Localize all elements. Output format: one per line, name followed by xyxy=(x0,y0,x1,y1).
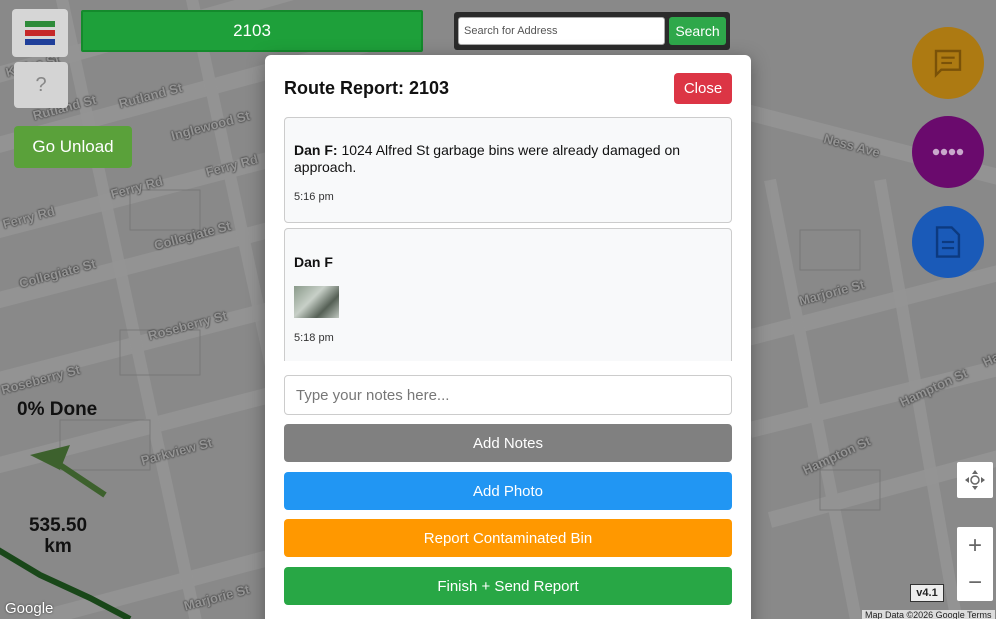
progress-label: 0% Done xyxy=(17,399,98,420)
help-button[interactable]: ? xyxy=(14,62,68,108)
add-photo-button[interactable]: Add Photo xyxy=(284,472,732,510)
close-button[interactable]: Close xyxy=(674,73,732,104)
message-body: 1024 Alfred St garbage bins were already… xyxy=(294,142,681,175)
report-messages-list[interactable]: Dan F: 1024 Alfred St garbage bins were … xyxy=(284,117,732,361)
list-item: Dan F 5:18 pm xyxy=(284,228,732,361)
search-button[interactable]: Search xyxy=(669,17,726,45)
distance-readout: 535.50 km xyxy=(22,515,94,557)
message-author: Dan F xyxy=(294,254,333,270)
more-dots-icon xyxy=(932,148,964,156)
zoom-out-button[interactable]: − xyxy=(957,564,993,601)
report-document-button[interactable] xyxy=(912,206,984,278)
modal-title: Route Report: 2103 xyxy=(284,78,450,98)
chat-button[interactable] xyxy=(912,27,984,99)
distance-value: 535.50 xyxy=(28,515,88,536)
version-badge: v4.1 xyxy=(910,584,944,602)
finish-send-report-button[interactable]: Finish + Send Report xyxy=(284,567,732,605)
route-number-display: 2103 xyxy=(81,10,423,52)
search-input[interactable] xyxy=(458,17,665,45)
google-logo: Google xyxy=(5,600,54,617)
message-time: 5:18 pm xyxy=(294,332,334,344)
report-contaminated-bin-button[interactable]: Report Contaminated Bin xyxy=(284,519,732,557)
zoom-control: + − xyxy=(957,527,993,601)
document-icon xyxy=(935,226,961,258)
move-arrows-icon xyxy=(965,470,985,490)
list-item: Dan F: 1024 Alfred St garbage bins were … xyxy=(284,117,732,223)
message-text: Dan F xyxy=(294,254,722,271)
message-text: Dan F: 1024 Alfred St garbage bins were … xyxy=(294,142,722,176)
message-time: 5:16 pm xyxy=(294,191,334,203)
chat-icon xyxy=(934,49,962,78)
go-unload-button[interactable]: Go Unload xyxy=(14,126,132,168)
photo-thumbnail[interactable] xyxy=(294,286,339,318)
menu-bar-blue xyxy=(25,39,55,45)
add-notes-button[interactable]: Add Notes xyxy=(284,424,732,462)
message-author: Dan F: xyxy=(294,142,338,158)
menu-bar-green xyxy=(25,21,55,27)
address-search-bar: Search xyxy=(454,12,730,50)
recenter-button[interactable] xyxy=(957,462,993,498)
menu-button[interactable] xyxy=(12,9,68,57)
zoom-in-button[interactable]: + xyxy=(957,527,993,564)
route-report-modal: Route Report: 2103 Close Dan F: 1024 Alf… xyxy=(265,55,751,619)
menu-bar-red xyxy=(25,30,55,36)
distance-unit: km xyxy=(44,536,72,557)
more-options-button[interactable] xyxy=(912,116,984,188)
notes-input[interactable] xyxy=(284,375,732,415)
map-attribution[interactable]: Map Data ©2026 Google Terms xyxy=(862,610,995,619)
